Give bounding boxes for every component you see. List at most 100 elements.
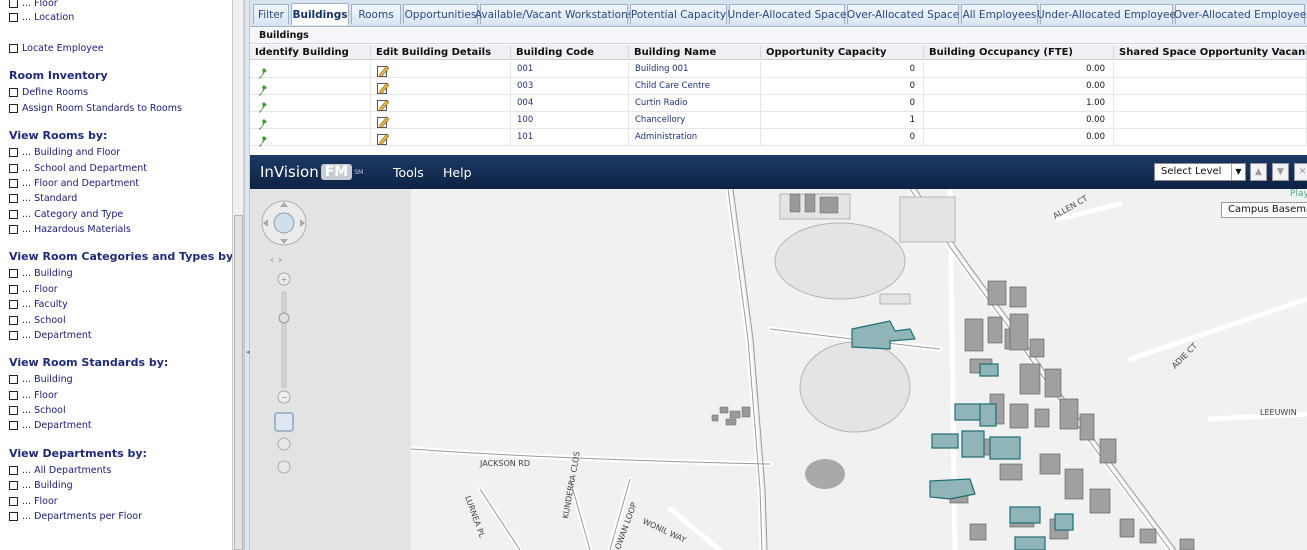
checkbox[interactable] (9, 147, 18, 157)
sidebar-item-std-building[interactable]: ... Building (9, 372, 73, 386)
checkbox[interactable] (9, 163, 18, 173)
play-label[interactable]: Play (1290, 189, 1307, 199)
sidebar-item-cat-department[interactable]: ... Department (9, 328, 92, 342)
sidebar-item-std-department[interactable]: ... Department (9, 418, 92, 432)
table-row[interactable]: 003 Child Care Centre 0 0.00 (250, 78, 1307, 96)
checkbox[interactable] (9, 315, 18, 325)
sidebar-item-cat-building[interactable]: ... Building (9, 266, 73, 280)
tab-under-allocated-employee[interactable]: Under-Allocated Employee (1037, 4, 1176, 24)
column-header-capacity[interactable]: Opportunity Capacity (761, 45, 924, 60)
sidebar-item-cat-school[interactable]: ... School (9, 313, 66, 327)
cell-building-code[interactable]: 004 (511, 95, 629, 112)
checkbox[interactable] (9, 87, 18, 97)
tab-over-allocated-space[interactable]: Over-Allocated Space (847, 4, 959, 24)
sidebar-item-define-rooms[interactable]: Define Rooms (9, 85, 88, 99)
sidebar-item-dept-building[interactable]: ... Building (9, 478, 73, 492)
sidebar-item-location[interactable]: ... Location (9, 10, 74, 24)
column-header-identify[interactable]: Identify Building (250, 45, 371, 60)
sidebar-item-cat-floor[interactable]: ... Floor (9, 282, 58, 296)
level-up-button[interactable]: ▲ (1250, 163, 1267, 181)
sidebar-item-floor[interactable]: ... Floor (9, 0, 58, 10)
scrollbar-thumb[interactable] (234, 215, 243, 550)
close-button[interactable]: ✕ (1294, 163, 1307, 181)
map-viewer[interactable]: ALLEN CT ADIE CT LEEUWIN JACKSON RD LURN… (250, 189, 1307, 550)
sidebar-item-std-floor[interactable]: ... Floor (9, 388, 58, 402)
menu-help[interactable]: Help (443, 165, 472, 180)
sidebar-item-category-and-type[interactable]: ... Category and Type (9, 207, 123, 221)
checkbox[interactable] (9, 405, 18, 415)
checkbox[interactable] (9, 420, 18, 430)
tab-buildings[interactable]: Buildings (291, 3, 349, 25)
tab-available-workstations[interactable]: Available/Vacant Workstations (475, 4, 633, 24)
edit-pencil-icon[interactable] (377, 97, 390, 111)
checkbox[interactable] (9, 511, 18, 521)
checkbox[interactable] (9, 390, 18, 400)
sidebar-item-departments-per-floor[interactable]: ... Departments per Floor (9, 509, 142, 523)
tab-all-employees[interactable]: All Employees (961, 4, 1038, 24)
menu-tools[interactable]: Tools (393, 165, 424, 180)
cell-building-name[interactable]: Child Care Centre (629, 78, 761, 95)
edit-pencil-icon[interactable] (377, 114, 390, 128)
sidebar-item-dept-floor[interactable]: ... Floor (9, 494, 58, 508)
cell-building-name[interactable]: Building 001 (629, 61, 761, 78)
table-row[interactable]: 001 Building 001 0 0.00 (250, 61, 1307, 79)
sidebar-scrollbar[interactable] (233, 0, 244, 550)
basemap-selector[interactable]: Campus Basema (1221, 202, 1307, 218)
cell-building-code[interactable]: 101 (511, 129, 629, 146)
sidebar-item-all-departments[interactable]: ... All Departments (9, 463, 111, 477)
sidebar-item-standard[interactable]: ... Standard (9, 191, 77, 205)
checkbox[interactable] (9, 496, 18, 506)
table-row[interactable]: 101 Administration 0 0.00 (250, 129, 1307, 147)
checkbox[interactable] (9, 284, 18, 294)
checkbox[interactable] (9, 103, 18, 113)
checkbox[interactable] (9, 224, 18, 234)
sidebar-item-std-school[interactable]: ... School (9, 403, 66, 417)
checkbox[interactable] (9, 12, 18, 22)
level-select[interactable]: Select Level ▼ (1154, 163, 1246, 181)
cell-building-name[interactable]: Curtin Radio (629, 95, 761, 112)
column-header-code[interactable]: Building Code (511, 45, 629, 60)
checkbox[interactable] (9, 374, 18, 384)
table-row[interactable]: 100 Chancellory 1 0.00 (250, 112, 1307, 130)
navigation-controls[interactable]: ‹ › + − (258, 197, 338, 497)
cell-building-code[interactable]: 001 (511, 61, 629, 78)
sidebar-item-school-and-department[interactable]: ... School and Department (9, 161, 147, 175)
sidebar-item-assign-room-standards[interactable]: Assign Room Standards to Rooms (9, 101, 182, 115)
column-header-shared-vacancy[interactable]: Shared Space Opportunity Vacancy (1114, 45, 1307, 60)
cell-building-code[interactable]: 100 (511, 112, 629, 129)
sidebar-item-building-and-floor[interactable]: ... Building and Floor (9, 145, 120, 159)
cell-building-name[interactable]: Administration (629, 129, 761, 146)
tab-potential-capacity[interactable]: Potential Capacity (630, 4, 727, 24)
cell-building-name[interactable]: Chancellory (629, 112, 761, 129)
map-toolbar: InVision FM SM Tools Help Select Level ▼… (250, 155, 1307, 189)
cell-occupancy: 0.00 (924, 78, 1114, 95)
checkbox[interactable] (9, 0, 18, 8)
tab-under-allocated-space[interactable]: Under-Allocated Space (728, 4, 846, 24)
checkbox[interactable] (9, 480, 18, 490)
edit-pencil-icon[interactable] (377, 63, 390, 77)
sidebar-item-cat-faculty[interactable]: ... Faculty (9, 297, 68, 311)
tab-rooms[interactable]: Rooms (351, 4, 401, 24)
sidebar-item-floor-and-department[interactable]: ... Floor and Department (9, 176, 139, 190)
checkbox[interactable] (9, 178, 18, 188)
checkbox[interactable] (9, 43, 18, 53)
sidebar-item-locate-employee[interactable]: Locate Employee (9, 41, 104, 55)
checkbox[interactable] (9, 299, 18, 309)
cell-building-code[interactable]: 003 (511, 78, 629, 95)
edit-pencil-icon[interactable] (377, 80, 390, 94)
checkbox[interactable] (9, 193, 18, 203)
level-down-button[interactable]: ▼ (1272, 163, 1289, 181)
tab-over-allocated-employee[interactable]: Over-Allocated Employee (1174, 4, 1306, 24)
checkbox[interactable] (9, 465, 18, 475)
tab-filter[interactable]: Filter (253, 4, 289, 24)
table-row[interactable]: 004 Curtin Radio 0 1.00 (250, 95, 1307, 113)
column-header-name[interactable]: Building Name (629, 45, 761, 60)
checkbox[interactable] (9, 209, 18, 219)
checkbox[interactable] (9, 268, 18, 278)
edit-pencil-icon[interactable] (377, 131, 390, 145)
sidebar-item-hazardous-materials[interactable]: ... Hazardous Materials (9, 222, 131, 236)
tab-opportunities[interactable]: Opportunities (403, 4, 478, 24)
column-header-occupancy[interactable]: Building Occupancy (FTE) (924, 45, 1114, 60)
column-header-edit[interactable]: Edit Building Details (371, 45, 511, 60)
checkbox[interactable] (9, 330, 18, 340)
